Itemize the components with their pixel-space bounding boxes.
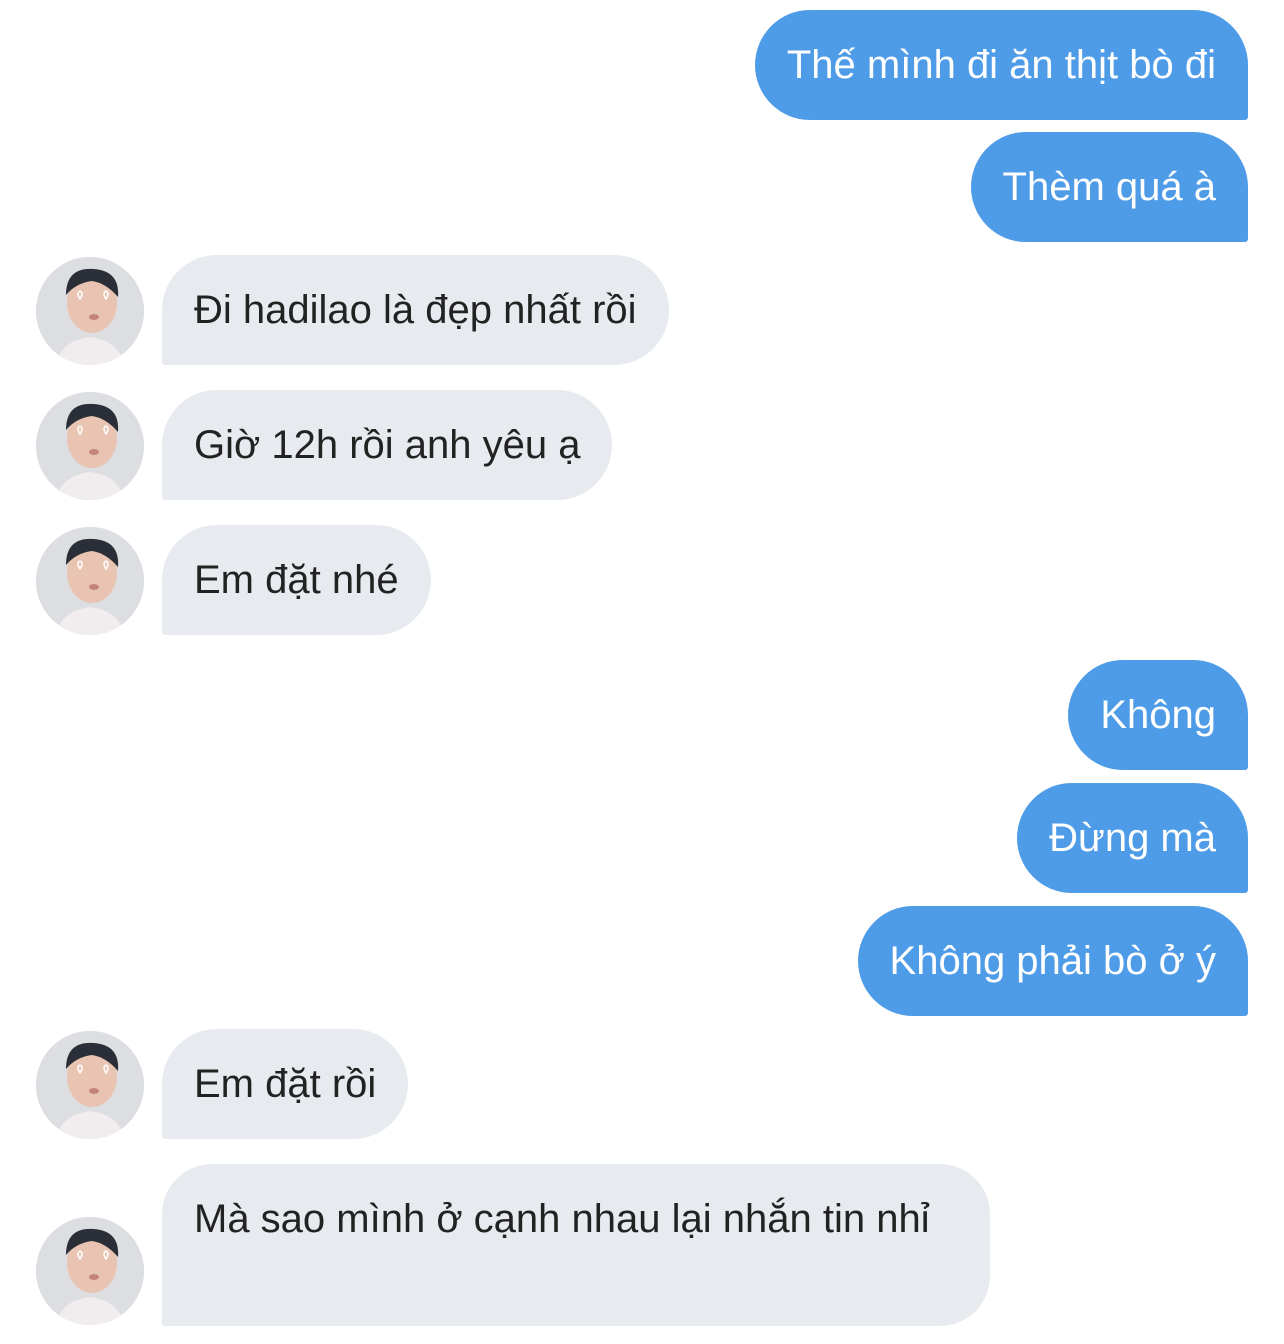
avatar-photo-icon xyxy=(36,257,144,365)
outgoing-message-bubble[interactable]: Không xyxy=(1068,660,1248,770)
incoming-message-bubble[interactable]: Đi hadilao là đẹp nhất rồi xyxy=(162,255,669,365)
contact-avatar[interactable] xyxy=(36,1217,144,1325)
incoming-message-bubble[interactable]: Em đặt nhé xyxy=(162,525,431,635)
outgoing-message-bubble[interactable]: Đừng mà xyxy=(1017,783,1248,893)
contact-avatar[interactable] xyxy=(36,527,144,635)
outgoing-message-bubble[interactable]: Thế mình đi ăn thịt bò đi xyxy=(754,10,1248,120)
incoming-message-bubble[interactable]: Em đặt rồi xyxy=(162,1029,409,1139)
contact-avatar[interactable] xyxy=(36,1031,144,1139)
incoming-message-bubble[interactable]: Mà sao mình ở cạnh nhau lại nhắn tin nhỉ xyxy=(162,1164,990,1326)
avatar-photo-icon xyxy=(36,1031,144,1139)
outgoing-message-bubble[interactable]: Thèm quá à xyxy=(970,132,1248,242)
contact-avatar[interactable] xyxy=(36,257,144,365)
avatar-photo-icon xyxy=(36,527,144,635)
incoming-message-bubble[interactable]: Giờ 12h rồi anh yêu ạ xyxy=(162,390,613,500)
avatar-photo-icon xyxy=(36,392,144,500)
outgoing-message-bubble[interactable]: Không phải bò ở ý xyxy=(857,906,1248,1016)
avatar-photo-icon xyxy=(36,1217,144,1325)
contact-avatar[interactable] xyxy=(36,392,144,500)
